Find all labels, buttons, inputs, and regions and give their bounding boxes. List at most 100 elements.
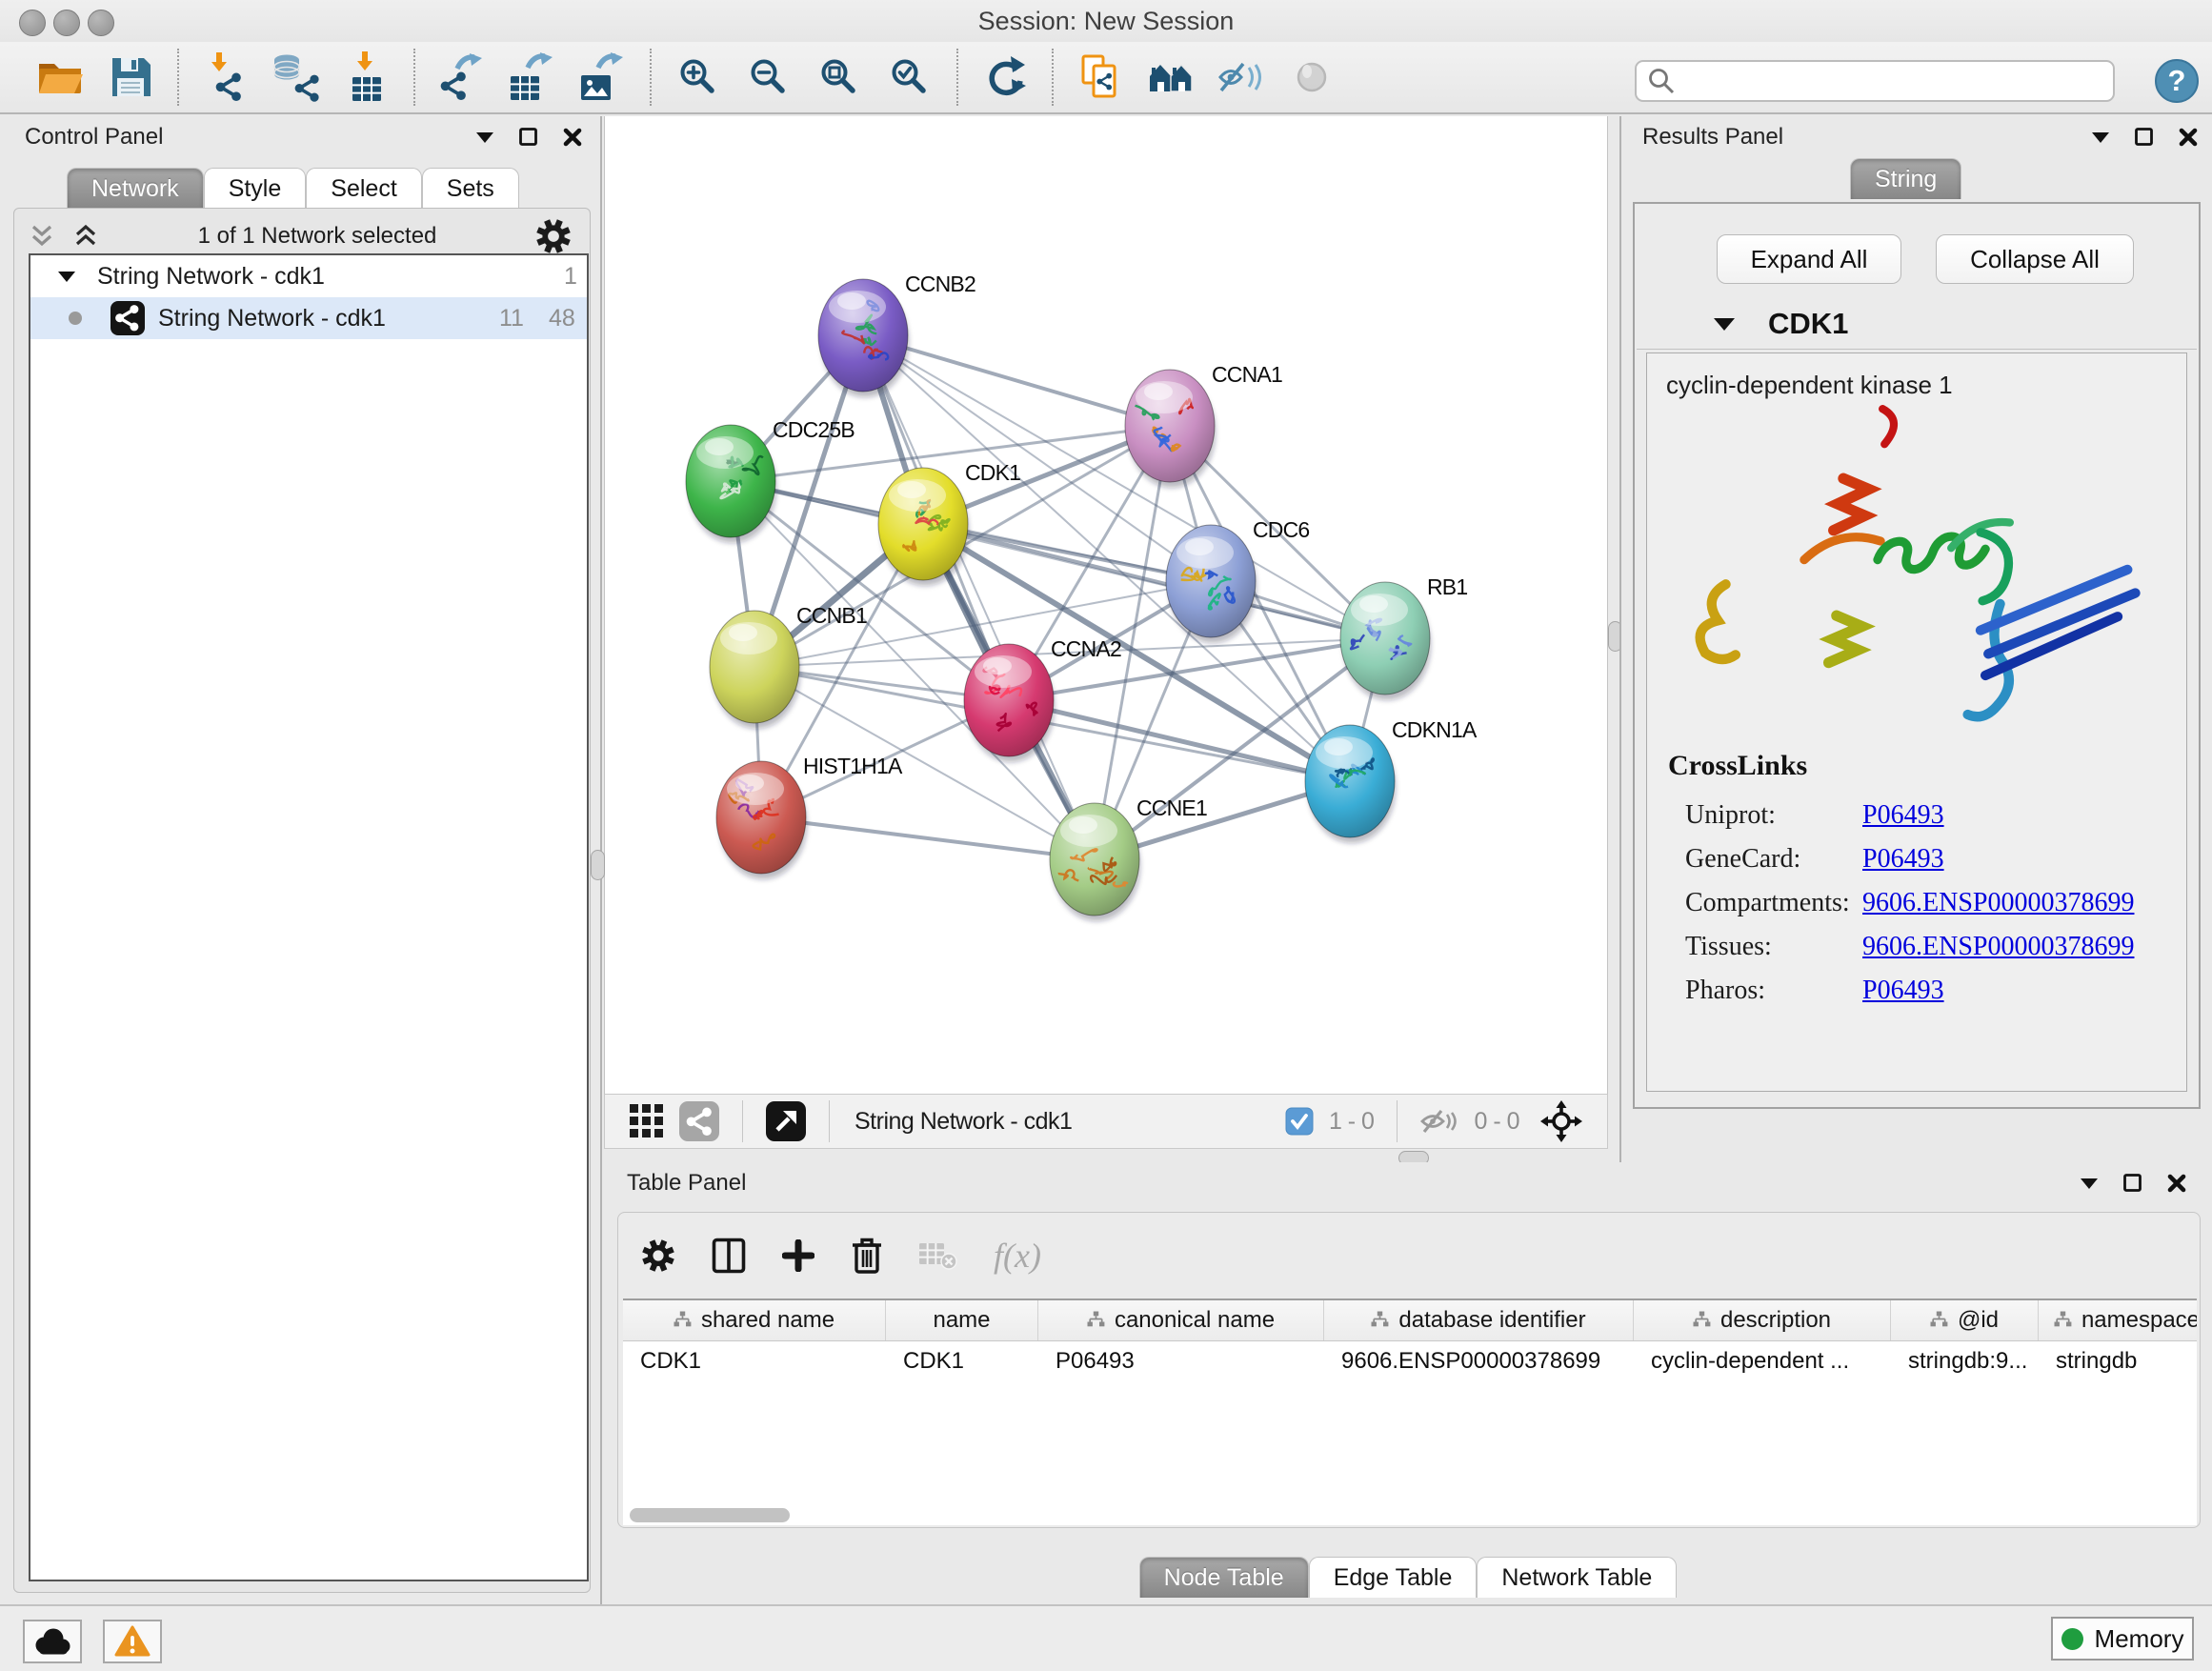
network-node-HIST1H1A[interactable] [716, 761, 807, 879]
float-panel-icon[interactable] [518, 127, 539, 148]
export-image-icon[interactable] [568, 46, 638, 109]
cloud-icon[interactable] [23, 1620, 82, 1663]
tab-sets[interactable]: Sets [422, 168, 519, 209]
string-glass-ball-effect-icon[interactable] [1206, 46, 1277, 109]
column-header-@id[interactable]: @id [1891, 1300, 2039, 1340]
warning-icon[interactable] [103, 1620, 162, 1663]
collapse-all-button[interactable]: Collapse All [1936, 234, 2134, 284]
expand-all-button[interactable]: Expand All [1717, 234, 1901, 284]
panel-menu-icon[interactable] [474, 131, 495, 144]
import-table-from-file-icon[interactable] [332, 46, 402, 109]
table-cell[interactable]: 9606.ENSP00000378699 [1324, 1341, 1634, 1381]
network-node-CDC25B[interactable] [686, 425, 776, 543]
options-gear-icon[interactable] [535, 218, 572, 254]
horizontal-scrollbar[interactable] [630, 1508, 790, 1522]
crosslink-value-link[interactable]: P06493 [1862, 844, 1944, 875]
results-panel-title: Results Panel [1642, 124, 1783, 151]
status-bar: Memory [0, 1604, 2212, 1671]
column-header-namespace[interactable]: namespace [2039, 1300, 2197, 1340]
network-edge-CCNB2-CCNA1[interactable] [863, 335, 1170, 426]
table-cell[interactable]: stringdb:9... [1891, 1341, 2039, 1381]
show-columns-icon[interactable] [712, 1238, 746, 1274]
network-edge-CCNA2-CDKN1A[interactable] [1009, 700, 1350, 781]
left-splitter-handle[interactable] [591, 850, 605, 880]
table-cell[interactable]: cyclin-dependent ... [1634, 1341, 1891, 1381]
tab-edge-table[interactable]: Edge Table [1309, 1557, 1478, 1598]
hidden-eye-icon[interactable] [1420, 1107, 1458, 1136]
open-in-window-icon[interactable] [766, 1101, 806, 1141]
tab-network-table[interactable]: Network Table [1477, 1557, 1677, 1598]
table-cell[interactable]: CDK1 [623, 1341, 886, 1381]
tab-network[interactable]: Network [67, 168, 204, 209]
crosslink-value-link[interactable]: P06493 [1862, 800, 1944, 831]
string-show-images-icon[interactable] [1277, 46, 1347, 109]
expand-all-icon[interactable] [72, 224, 99, 249]
node-details: cyclin-dependent kinase 1 [1646, 352, 2187, 1092]
selected-checkbox-icon[interactable] [1285, 1107, 1314, 1136]
zoom-out-icon[interactable] [734, 46, 804, 109]
network-collection-row[interactable]: String Network - cdk1 1 [30, 255, 587, 297]
network-node-CCNB2[interactable] [818, 279, 909, 397]
export-table-icon[interactable] [497, 46, 568, 109]
string-settings-homes-icon[interactable] [1136, 46, 1206, 109]
tree-collapse-icon[interactable] [57, 271, 76, 283]
tab-select[interactable]: Select [306, 168, 421, 209]
apply-preferred-layout-icon[interactable] [970, 46, 1040, 109]
network-node-CDKN1A[interactable] [1305, 725, 1396, 843]
search-input[interactable] [1684, 67, 2113, 95]
export-network-icon[interactable] [427, 46, 497, 109]
zoom-in-icon[interactable] [663, 46, 734, 109]
column-header-canonical-name[interactable]: canonical name [1038, 1300, 1324, 1340]
network-node-CCNE1[interactable] [1050, 803, 1140, 921]
network-node-CCNA1[interactable] [1125, 370, 1216, 488]
crosslink-value-link[interactable]: P06493 [1862, 976, 1944, 1006]
close-panel-icon[interactable] [562, 127, 583, 148]
birdseye-grid-icon[interactable] [630, 1104, 664, 1138]
tab-style[interactable]: Style [204, 168, 307, 209]
network-node-CDK1[interactable] [878, 468, 969, 586]
zoom-selected-region-icon[interactable] [875, 46, 945, 109]
network-node-CCNB1[interactable] [710, 611, 800, 729]
crosslink-value-link[interactable]: 9606.ENSP00000378699 [1862, 932, 2134, 962]
close-panel-icon[interactable] [2166, 1173, 2187, 1194]
zoom-fit-content-icon[interactable] [804, 46, 875, 109]
memory-button[interactable]: Memory [2051, 1617, 2194, 1661]
birdseye-crosshair-icon[interactable] [1540, 1100, 1582, 1142]
search-box[interactable] [1635, 60, 2115, 102]
network-node-RB1[interactable] [1340, 582, 1431, 700]
add-column-icon[interactable] [782, 1239, 814, 1272]
tab-node-table[interactable]: Node Table [1139, 1557, 1309, 1598]
column-header-shared-name[interactable]: shared name [623, 1300, 886, 1340]
help-icon[interactable]: ? [2153, 57, 2201, 110]
table-options-gear-icon[interactable] [641, 1238, 675, 1273]
close-panel-icon[interactable] [2178, 127, 2199, 148]
table-row[interactable]: CDK1CDK1P064939606.ENSP00000378699cyclin… [623, 1341, 2197, 1381]
string-protein-query-icon[interactable] [1065, 46, 1136, 109]
collapse-all-icon[interactable] [29, 224, 55, 249]
panel-menu-icon[interactable] [2090, 131, 2111, 144]
table-cell[interactable]: P06493 [1038, 1341, 1324, 1381]
crosslink-label: GeneCard: [1685, 844, 1862, 875]
open-session-icon[interactable] [25, 46, 95, 109]
save-session-icon[interactable] [95, 46, 166, 109]
import-network-from-file-icon[interactable] [191, 46, 261, 109]
toolbar-divider [177, 49, 179, 106]
import-network-from-database-icon[interactable] [261, 46, 332, 109]
crosslink-value-link[interactable]: 9606.ENSP00000378699 [1862, 888, 2134, 918]
float-panel-icon[interactable] [2122, 1173, 2143, 1194]
delete-column-icon[interactable] [851, 1237, 883, 1275]
tab-string[interactable]: String [1850, 158, 1961, 199]
section-collapse-icon[interactable] [1713, 317, 1736, 332]
table-cell[interactable]: stringdb [2039, 1341, 2197, 1381]
panel-menu-icon[interactable] [2079, 1177, 2100, 1190]
column-header-description[interactable]: description [1634, 1300, 1891, 1340]
network-node-CCNA2[interactable] [964, 644, 1055, 762]
table-cell[interactable]: CDK1 [886, 1341, 1038, 1381]
network-row[interactable]: String Network - cdk1 11 48 [30, 297, 587, 339]
float-panel-icon[interactable] [2134, 127, 2155, 148]
network-edge-CCNE1-HIST1H1A[interactable] [761, 817, 1095, 859]
column-header-database-identifier[interactable]: database identifier [1324, 1300, 1634, 1340]
node-table-box: f(x) shared namenamecanonical namedataba… [617, 1212, 2201, 1528]
column-header-name[interactable]: name [886, 1300, 1038, 1340]
network-edge-CCNE1-CCNB2[interactable] [863, 335, 1095, 859]
